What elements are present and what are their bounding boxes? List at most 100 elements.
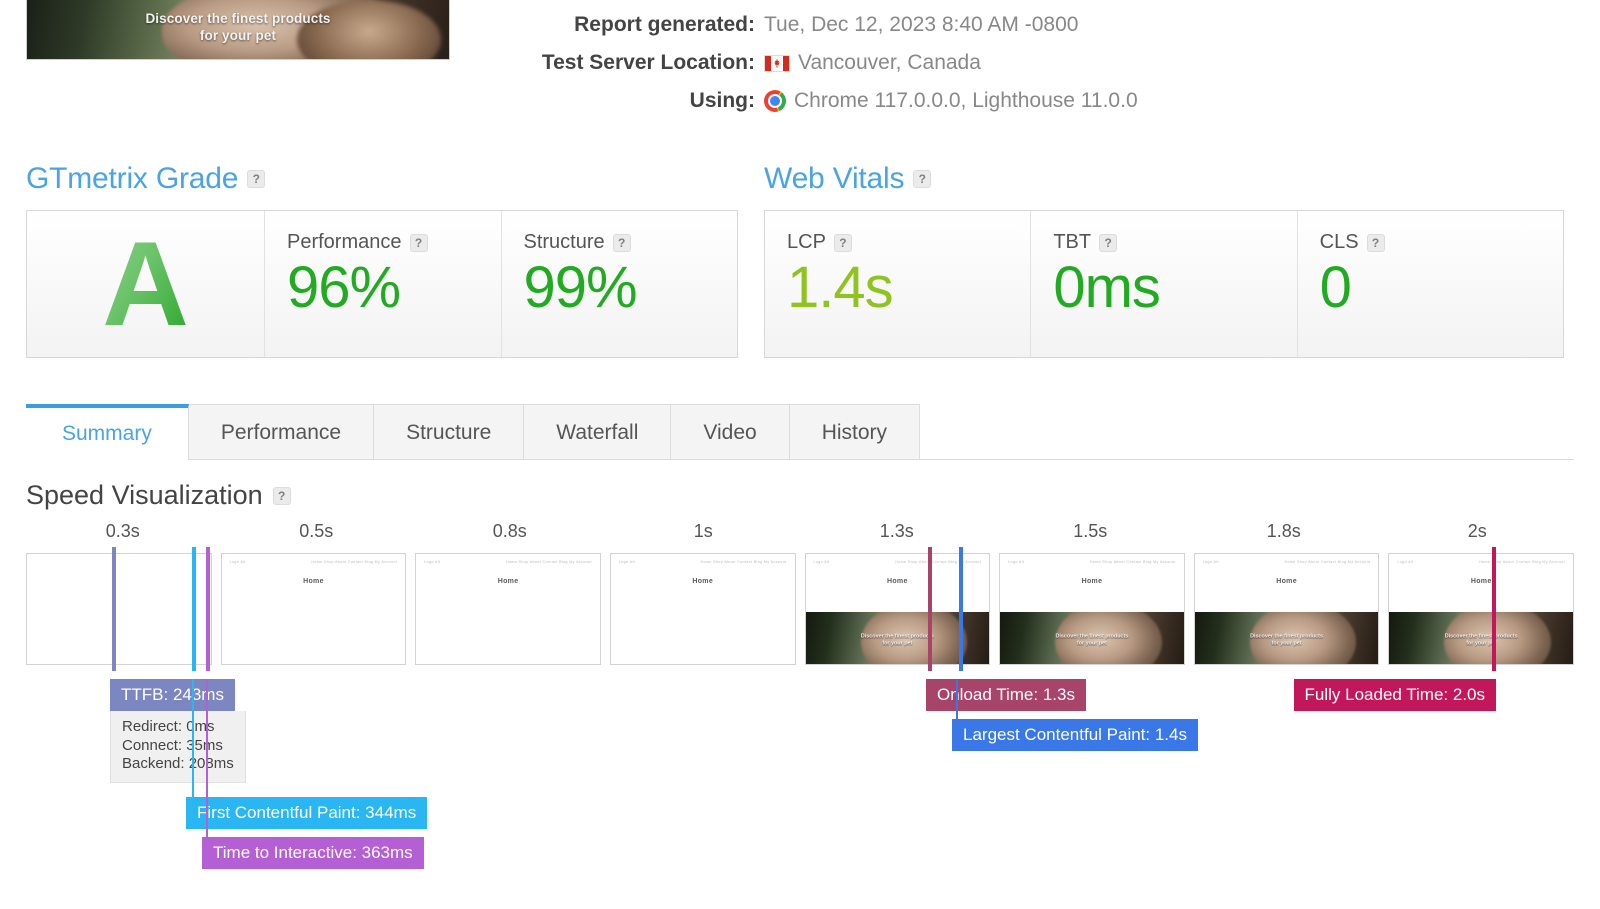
tab-history[interactable]: History <box>788 404 921 459</box>
frame-home-heading: Home <box>1081 578 1103 585</box>
frame-nav-logo: Logo Alt <box>813 560 830 564</box>
tab-performance[interactable]: Performance <box>187 404 375 459</box>
test-server-location-label: Test Server Location: <box>541 51 755 74</box>
tab-structure[interactable]: Structure <box>373 404 525 459</box>
thumbnail-overlay-line1: Discover the finest products <box>145 11 331 27</box>
annotation-label-fcp: First Contentful Paint: 344ms <box>186 797 428 830</box>
frame-home-heading: Home <box>1470 578 1492 585</box>
structure-label: Structure <box>523 231 605 253</box>
structure-help-icon[interactable]: ? <box>612 233 631 252</box>
frame-nav-logo: Logo Alt <box>1008 560 1025 564</box>
frame-nav-bar: Logo Alt Home Shop About Contact Blog My … <box>416 554 600 570</box>
web-vitals-title: Web Vitals <box>764 162 905 195</box>
tab-waterfall[interactable]: Waterfall <box>523 404 672 459</box>
frame-nav-links: Home Shop About Contact Blog My Account <box>895 560 982 564</box>
timeline-tick-0: 0.3s <box>105 521 140 541</box>
cls-value: 0 <box>1319 255 1352 320</box>
frame-home-heading: Home <box>692 578 714 585</box>
frame-hero-overlay-text: Discover the finest products for your pet <box>1000 633 1184 647</box>
frame-nav-bar: Logo Alt Home Shop About Contact Blog My … <box>611 554 795 570</box>
web-vitals-help-icon[interactable]: ? <box>913 170 932 188</box>
filmstrip-frame[interactable]: Logo Alt Home Shop About Contact Blog My … <box>999 553 1185 665</box>
speed-visualization-help-icon[interactable]: ? <box>272 486 291 505</box>
structure-label-row: Structure ? <box>524 231 716 254</box>
metric-card-performance: Performance ? 96% <box>265 211 502 357</box>
ttfb-breakdown-row: Redirect: 0ms <box>122 718 215 736</box>
filmstrip-frame[interactable]: Logo Alt Home Shop About Contact Blog My … <box>1193 553 1380 665</box>
lcp-label: LCP <box>787 231 826 253</box>
using-value: Chrome 117.0.0.0, Lighthouse 11.0.0 <box>794 89 1138 112</box>
tbt-help-icon[interactable]: ? <box>1099 233 1118 252</box>
frame-nav-bar: Logo Alt Home Shop About Contact Blog My … <box>222 554 406 570</box>
annotation-label-lcp: Largest Contentful Paint: 1.4s <box>952 719 1198 752</box>
annotation-stem-lcp <box>956 679 958 719</box>
web-vitals-header: Web Vitals ? <box>764 162 1564 196</box>
meta-row-using: Using: Chrome 117.0.0.0, Lighthouse 11.0… <box>496 82 1138 120</box>
cls-help-icon[interactable]: ? <box>1366 233 1385 252</box>
annotation-label-ttfb: TTFB: 243ms <box>110 679 235 712</box>
tbt-value: 0ms <box>1053 255 1161 320</box>
metric-card-lcp: LCP ? 1.4s <box>765 211 1032 357</box>
annotation-stem-fcp <box>192 679 194 797</box>
gtmetrix-grade-help-icon[interactable]: ? <box>247 170 266 188</box>
timeline-tick-3: 1s <box>693 521 713 541</box>
speed-visualization-header: Speed Visualization ? <box>26 480 1600 511</box>
tab-summary[interactable]: Summary <box>26 404 189 460</box>
tbt-label-row: TBT ? <box>1053 231 1274 254</box>
filmstrip-frame[interactable]: Logo Alt Home Shop About Contact Blog My … <box>609 553 796 665</box>
tab-video[interactable]: Video <box>670 404 790 459</box>
frame-nav-bar: Logo Alt Home Shop About Contact Blog My … <box>1195 554 1379 570</box>
frame-hero-line1: Discover the finest products <box>1250 633 1323 640</box>
performance-help-icon[interactable]: ? <box>409 233 428 252</box>
frame-nav-bar: Logo Alt Home Shop About Contact Blog My … <box>1000 554 1184 570</box>
frame-nav-logo: Logo Alt <box>618 560 636 564</box>
report-metadata: Report generated: Tue, Dec 12, 2023 8:40… <box>496 0 1138 130</box>
report-generated-value: Tue, Dec 12, 2023 8:40 AM -0800 <box>764 13 1079 36</box>
scores-section: GTmetrix Grade ? A Performance ? 96% Str… <box>0 162 1600 358</box>
frame-hero-line1: Discover the finest products <box>1055 633 1129 640</box>
timeline-tick-1: 0.5s <box>299 521 334 541</box>
frame-nav-links: Home Shop About Contact Blog My Account <box>700 560 787 564</box>
frame-nav-links: Home Shop About Contact Blog My Account <box>1089 560 1176 564</box>
site-thumbnail-overlay-text: Discover the finest products for your pe… <box>27 10 449 45</box>
cls-label-row: CLS ? <box>1320 231 1541 254</box>
lcp-help-icon[interactable]: ? <box>833 233 852 252</box>
frame-nav-logo: Logo Alt <box>424 560 441 564</box>
annotation-label-fully: Fully Loaded Time: 2.0s <box>1293 679 1496 712</box>
annotation-tti: Time to Interactive: 363ms <box>202 679 424 870</box>
filmstrip-frame[interactable]: Logo Alt Home Shop About Contact Blog My … <box>1388 553 1574 665</box>
report-generated-label: Report generated: <box>574 13 755 36</box>
cls-label: CLS <box>1319 231 1359 253</box>
speed-visualization-title: Speed Visualization <box>26 480 263 510</box>
filmstrip-frames: Logo Alt Home Shop About Contact Blog My … <box>26 553 1574 665</box>
chrome-icon <box>764 90 786 112</box>
filmstrip-frame[interactable] <box>26 553 212 665</box>
meta-row-test-server-location: Test Server Location: Vancouver, Canada <box>496 44 1138 82</box>
timeline-marker-line-fcp <box>192 547 196 671</box>
report-header: Discover the finest products for your pe… <box>0 0 1600 130</box>
frame-nav-logo: Logo Alt <box>1397 560 1414 564</box>
timeline-tick-2: 0.8s <box>492 521 527 541</box>
filmstrip-frame[interactable]: Logo Alt Home Shop About Contact Blog My … <box>220 553 407 665</box>
annotation-onload: Onload Time: 1.3s <box>926 679 1086 712</box>
frame-nav-logo: Logo Alt <box>229 560 246 564</box>
annotation-label-tti: Time to Interactive: 363ms <box>202 837 424 870</box>
frame-hero-overlay-text: Discover the finest products for your pet <box>1195 633 1379 647</box>
timeline-marker-line-fully <box>1492 547 1496 671</box>
gtmetrix-grade-title: GTmetrix Grade <box>26 162 239 195</box>
frame-hero-line2: for your pet <box>1466 640 1497 647</box>
metric-card-tbt: TBT ? 0ms <box>1031 211 1298 357</box>
frame-home-heading: Home <box>497 578 519 585</box>
frame-nav-links: Home Shop About Contact Blog My Account <box>505 560 592 564</box>
metric-card-cls: CLS ? 0 <box>1298 211 1563 357</box>
frame-hero-line1: Discover the finest products <box>1444 633 1518 640</box>
canada-flag-icon <box>764 54 790 72</box>
ttfb-breakdown-row: Backend: 208ms <box>122 754 234 772</box>
annotation-stem-tti <box>206 679 208 837</box>
annotation-lcp: Largest Contentful Paint: 1.4s <box>952 679 1198 752</box>
timeline-tick-5: 1.5s <box>1073 521 1108 541</box>
frame-hero-image: Discover the finest products for your pet <box>1194 612 1379 664</box>
lcp-label-row: LCP ? <box>787 231 1008 254</box>
filmstrip-frame[interactable]: Logo Alt Home Shop About Contact Blog My … <box>415 553 601 665</box>
test-server-location-value: Vancouver, Canada <box>798 51 981 74</box>
